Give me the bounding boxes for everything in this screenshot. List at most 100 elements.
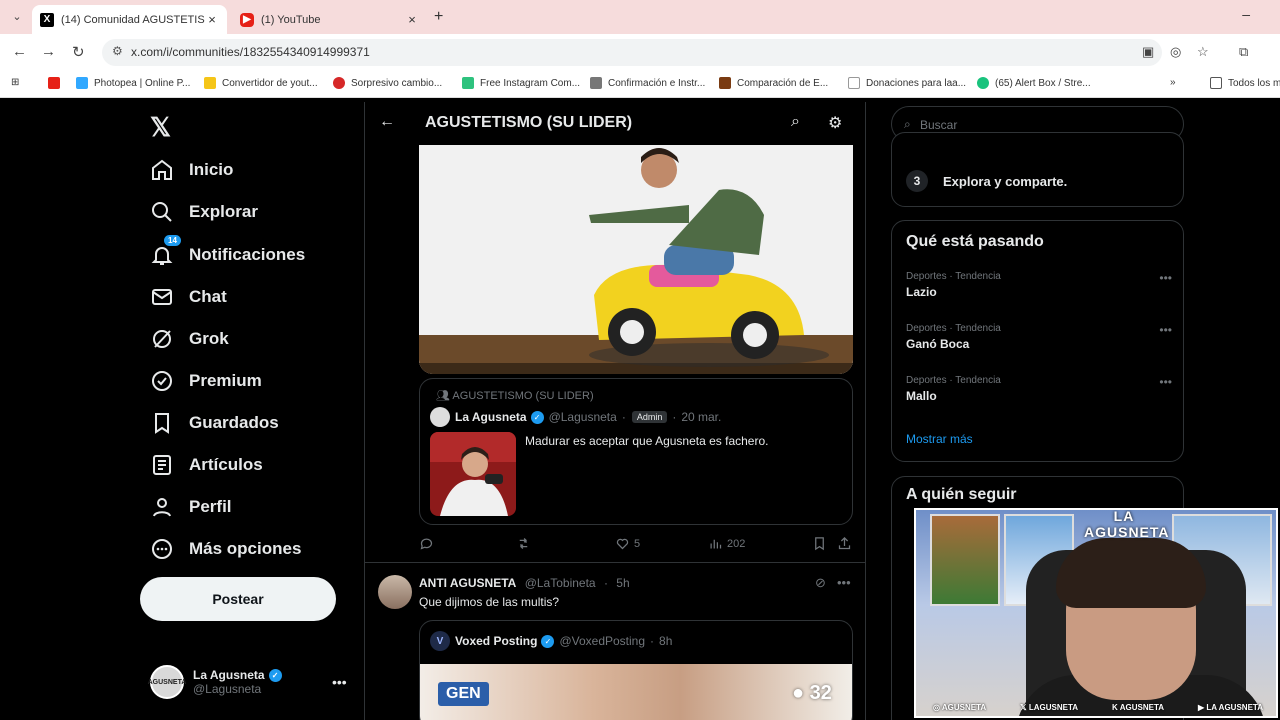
bookmark-item[interactable]: Photopea | Online P... xyxy=(76,77,190,89)
sidebar-item-guardados[interactable]: Guardados xyxy=(150,411,279,435)
site-icon xyxy=(719,77,731,89)
tab-x-community[interactable]: X (14) Comunidad AGUSTETISMO × xyxy=(32,5,227,34)
tab-title: (1) YouTube xyxy=(261,13,321,26)
trend-item[interactable]: Deportes · Tendencia Lazio ••• xyxy=(906,271,1172,299)
apps-grid-icon[interactable]: ⊞ xyxy=(11,77,19,88)
bookmark-item[interactable]: Confirmación e Instr... xyxy=(590,77,705,89)
verified-badge-icon: ✓ xyxy=(530,410,544,424)
url-field[interactable]: ⚙ x.com/i/communities/183255434091499937… xyxy=(102,39,1162,66)
gear-icon[interactable]: ⚙ xyxy=(828,113,842,133)
show-more-link[interactable]: Mostrar más xyxy=(906,432,973,446)
bookmark-item[interactable]: Comparación de E... xyxy=(719,77,828,89)
search-icon[interactable]: ⌕ xyxy=(791,113,800,131)
sidebar-item-grok[interactable]: Grok xyxy=(150,327,229,351)
views-button[interactable]: 202 xyxy=(708,536,745,551)
quoted-post[interactable]: V Voxed Posting ✓ @VoxedPosting · 8h GEN… xyxy=(419,620,853,720)
avatar[interactable] xyxy=(378,575,412,609)
post-header: ANTI AGUSNETA @LaTobineta · 5h xyxy=(419,576,630,590)
notification-badge: 14 xyxy=(164,235,181,246)
trend-item[interactable]: Deportes · Tendencia Ganó Boca ••• xyxy=(906,323,1172,351)
sidebar-item-premium[interactable]: Premium xyxy=(150,369,262,393)
sidebar-item-mas-opciones[interactable]: Más opciones xyxy=(150,537,301,561)
tab-search-icon[interactable]: ⌄ xyxy=(8,8,26,26)
sidebar-item-label: Más opciones xyxy=(189,539,302,558)
bookmark-item[interactable]: (65) Alert Box / Stre... xyxy=(977,77,1091,89)
address-bar-row: ← → ↻ ⚙ x.com/i/communities/183255434091… xyxy=(0,34,1280,70)
site-settings-icon[interactable]: ⚙ xyxy=(112,44,123,58)
streamer-logo: LA AGUSNETA xyxy=(1084,508,1170,540)
tracking-hidden-icon[interactable]: ◎ xyxy=(1170,44,1181,60)
sidebar-item-perfil[interactable]: Perfil xyxy=(150,495,232,519)
people-icon: 👥︎ xyxy=(436,390,450,402)
new-tab-icon[interactable]: + xyxy=(434,8,443,26)
back-arrow-icon[interactable]: ← xyxy=(12,43,27,60)
post-button[interactable]: Postear xyxy=(140,577,336,621)
bookmark-item[interactable]: Free Instagram Com... xyxy=(462,77,580,89)
post-image[interactable] xyxy=(419,145,853,374)
search-icon: ⌕ xyxy=(904,117,911,131)
more-dots-icon[interactable]: ••• xyxy=(837,575,851,590)
minimize-window-icon[interactable]: – xyxy=(1242,6,1250,22)
site-icon xyxy=(462,77,474,89)
sidebar-item-articulos[interactable]: Artículos xyxy=(150,453,263,477)
account-switcher[interactable]: AGUSNETA La Agusneta ✓ @Lagusneta ••• xyxy=(148,665,347,699)
community-steps-card: 3 Explora y comparte. xyxy=(891,132,1184,207)
more-dots-icon[interactable]: ••• xyxy=(1159,271,1172,285)
share-button[interactable] xyxy=(837,536,856,551)
more-bookmarks-icon[interactable]: » xyxy=(1170,77,1176,88)
bookmark-youtube[interactable] xyxy=(48,77,66,89)
sidebar-item-inicio[interactable]: Inicio xyxy=(150,158,233,182)
trend-item[interactable]: Deportes · Tendencia Mallo ••• xyxy=(906,375,1172,403)
sidebar-item-notificaciones[interactable]: 14 Notificaciones xyxy=(150,235,306,267)
browser-tab-bar: ⌄ X (14) Comunidad AGUSTETISMO × ▶ (1) Y… xyxy=(0,0,1280,34)
star-icon[interactable]: ☆ xyxy=(1197,44,1209,60)
author-name[interactable]: ANTI AGUSNETA xyxy=(419,576,516,590)
repost-button[interactable] xyxy=(516,536,535,551)
sidebar-item-chat[interactable]: Chat xyxy=(150,285,227,309)
home-icon xyxy=(152,159,172,180)
sidebar-item-label: Notificaciones xyxy=(189,245,306,264)
bookmark-button[interactable] xyxy=(812,536,831,551)
trends-card: Qué está pasando Deportes · Tendencia La… xyxy=(891,220,1184,462)
youtube-handle: ▶ LA AGUSNETA xyxy=(1198,702,1263,712)
sidebar-item-label: Premium xyxy=(189,371,262,390)
install-app-icon[interactable]: ▣ xyxy=(1142,44,1154,60)
reload-icon[interactable]: ↻ xyxy=(72,43,85,61)
extensions-icon[interactable]: ⧉ xyxy=(1239,44,1248,60)
kick-handle: K AGUSNETA xyxy=(1112,702,1165,712)
more-dots-icon[interactable]: ••• xyxy=(1159,375,1172,389)
close-tab-icon[interactable]: × xyxy=(405,12,419,27)
community-timeline: ← AGUSTETISMO (SU LIDER) ⌕ ⚙ 👥︎ AGUSTETI… xyxy=(364,102,866,720)
forward-arrow-icon[interactable]: → xyxy=(41,43,56,60)
views-icon xyxy=(710,539,722,549)
post-time: 8h xyxy=(659,634,673,648)
post-item[interactable]: ANTI AGUSNETA @LaTobineta · 5h Que dijim… xyxy=(365,563,865,720)
post-actions: 5 202 xyxy=(419,536,855,554)
sidebar-item-label: Chat xyxy=(189,287,227,306)
streamlabs-icon xyxy=(977,77,989,89)
close-tab-icon[interactable]: × xyxy=(205,12,219,27)
person-icon xyxy=(153,498,171,517)
man-on-kiddie-car-image xyxy=(419,145,853,374)
back-arrow-icon[interactable]: ← xyxy=(379,113,395,131)
tab-youtube[interactable]: ▶ (1) YouTube × xyxy=(232,5,427,34)
quoted-post[interactable]: 👥︎ AGUSTETISMO (SU LIDER) La Agusneta ✓ … xyxy=(419,378,853,525)
x-page: 𝕏 Inicio Explorar 14 Notificaciones Chat… xyxy=(0,102,1280,720)
post-text: Que dijimos de las multis? xyxy=(419,595,560,609)
embed-media[interactable]: GEN ● 32 xyxy=(420,664,852,720)
grok-icon[interactable]: ⊘ xyxy=(815,575,826,591)
bookmark-folder-all[interactable]: Todos los m xyxy=(1210,77,1280,89)
bookmark-item[interactable]: Sorpresivo cambio... xyxy=(333,77,442,89)
more-dots-icon[interactable]: ••• xyxy=(1159,323,1172,337)
reply-icon xyxy=(420,538,433,550)
sidebar-item-explorar[interactable]: Explorar xyxy=(150,200,258,224)
x-logo-icon[interactable]: 𝕏 xyxy=(150,112,171,143)
bookmark-item[interactable]: Donaciones para laa... xyxy=(848,77,966,89)
like-button[interactable]: 5 xyxy=(615,536,640,551)
bookmark-item[interactable]: Convertidor de yout... xyxy=(204,77,318,89)
reply-button[interactable] xyxy=(419,536,438,551)
chat-bubble-icon: ● xyxy=(792,682,805,704)
site-icon xyxy=(333,77,345,89)
kick-icon: K xyxy=(1112,702,1118,712)
more-dots-icon[interactable]: ••• xyxy=(332,674,347,690)
